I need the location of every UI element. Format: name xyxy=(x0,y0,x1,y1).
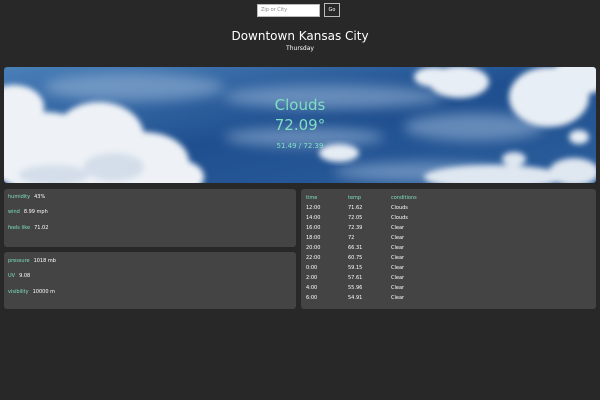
current-temperature: 72.09° xyxy=(274,116,326,134)
forecast-time: 0:00 xyxy=(306,265,318,271)
forecast-temp: 54.91 xyxy=(348,295,363,301)
wind-label: wind xyxy=(8,209,20,215)
uv-row: UV 9.08 xyxy=(8,273,30,280)
forecast-row: 16:00 72.39 Clear xyxy=(301,224,596,232)
visibility-row: visibility 10000 m xyxy=(8,289,55,296)
forecast-temp: 72 xyxy=(348,235,355,241)
humidity-value: 43% xyxy=(34,194,46,200)
forecast-conditions: Clear xyxy=(391,285,405,291)
forecast-row: 6:00 54.91 Clear xyxy=(301,294,596,302)
go-button[interactable]: Go xyxy=(324,3,340,17)
forecast-time: 20:00 xyxy=(306,245,321,251)
search-input[interactable] xyxy=(257,3,320,17)
feels-like-row: feels like 71.02 xyxy=(8,225,48,232)
pressure-row: pressure 1018 mb xyxy=(8,258,56,265)
forecast-header-time: time xyxy=(306,195,318,201)
forecast-row: 18:00 72 Clear xyxy=(301,234,596,242)
forecast-time: 14:00 xyxy=(306,215,321,221)
forecast-header-temp: temp xyxy=(348,195,362,201)
visibility-label: visibility xyxy=(8,289,29,295)
forecast-row: 14:00 72.05 Clouds xyxy=(301,214,596,222)
search-bar: Go xyxy=(257,3,340,17)
forecast-time: 18:00 xyxy=(306,235,321,241)
feels-like-label: feels like xyxy=(8,225,31,231)
pressure-label: pressure xyxy=(8,258,30,264)
temperature-range: 51.49 / 72.39 xyxy=(276,142,324,150)
forecast-time: 22:00 xyxy=(306,255,321,261)
forecast-conditions: Clear xyxy=(391,235,405,241)
wind-value: 8.99 mph xyxy=(23,209,48,215)
forecast-conditions: Clear xyxy=(391,245,405,251)
forecast-temp: 72.05 xyxy=(348,215,363,221)
forecast-header-conditions: conditions xyxy=(391,195,417,201)
pressure-value: 1018 mb xyxy=(33,258,56,264)
forecast-temp: 66.31 xyxy=(348,245,363,251)
forecast-row: 0:00 59.15 Clear xyxy=(301,264,596,272)
uv-value: 9.08 xyxy=(19,273,31,279)
visibility-value: 10000 m xyxy=(32,289,55,295)
forecast-conditions: Clouds xyxy=(391,205,408,211)
forecast-row: 12:00 71.62 Clouds xyxy=(301,204,596,212)
hourly-forecast-card: time temp conditions 12:00 71.62 Clouds … xyxy=(301,189,596,309)
forecast-temp: 55.96 xyxy=(348,285,363,291)
forecast-conditions: Clear xyxy=(391,255,405,261)
feels-like-value: 71.02 xyxy=(34,225,49,231)
humidity-row: humidity 43% xyxy=(8,194,45,201)
forecast-temp: 72.39 xyxy=(348,225,363,231)
humidity-label: humidity xyxy=(8,194,31,200)
forecast-temp: 71.62 xyxy=(348,205,363,211)
forecast-conditions: Clear xyxy=(391,265,405,271)
forecast-conditions: Clouds xyxy=(391,215,408,221)
forecast-conditions: Clear xyxy=(391,225,405,231)
forecast-conditions: Clear xyxy=(391,275,405,281)
day-label: Thursday xyxy=(286,45,314,52)
forecast-temp: 57.61 xyxy=(348,275,363,281)
uv-label: UV xyxy=(8,273,16,279)
forecast-time: 4:00 xyxy=(306,285,318,291)
details-card-secondary: pressure 1018 mb UV 9.08 visibility 10000 m xyxy=(4,252,296,309)
forecast-time: 2:00 xyxy=(306,275,318,281)
forecast-row: 22:00 60.75 Clear xyxy=(301,254,596,262)
current-condition: Clouds xyxy=(274,96,326,114)
forecast-time: 12:00 xyxy=(306,205,321,211)
forecast-time: 6:00 xyxy=(306,295,318,301)
wind-row: wind 8.99 mph xyxy=(8,209,48,216)
forecast-time: 16:00 xyxy=(306,225,321,231)
forecast-temp: 59.15 xyxy=(348,265,363,271)
forecast-temp: 60.75 xyxy=(348,255,363,261)
forecast-conditions: Clear xyxy=(391,295,405,301)
forecast-header: time temp conditions xyxy=(301,194,596,202)
current-weather-banner: Clouds 72.09° 51.49 / 72.39 xyxy=(4,67,596,183)
current-weather-text: Clouds 72.09° 51.49 / 72.39 xyxy=(4,67,596,183)
forecast-row: 4:00 55.96 Clear xyxy=(301,284,596,292)
forecast-row: 2:00 57.61 Clear xyxy=(301,274,596,282)
city-title: Downtown Kansas City xyxy=(231,29,369,43)
forecast-row: 20:00 66.31 Clear xyxy=(301,244,596,252)
details-card-primary: humidity 43% wind 8.99 mph feels like 71.02 xyxy=(4,189,296,247)
